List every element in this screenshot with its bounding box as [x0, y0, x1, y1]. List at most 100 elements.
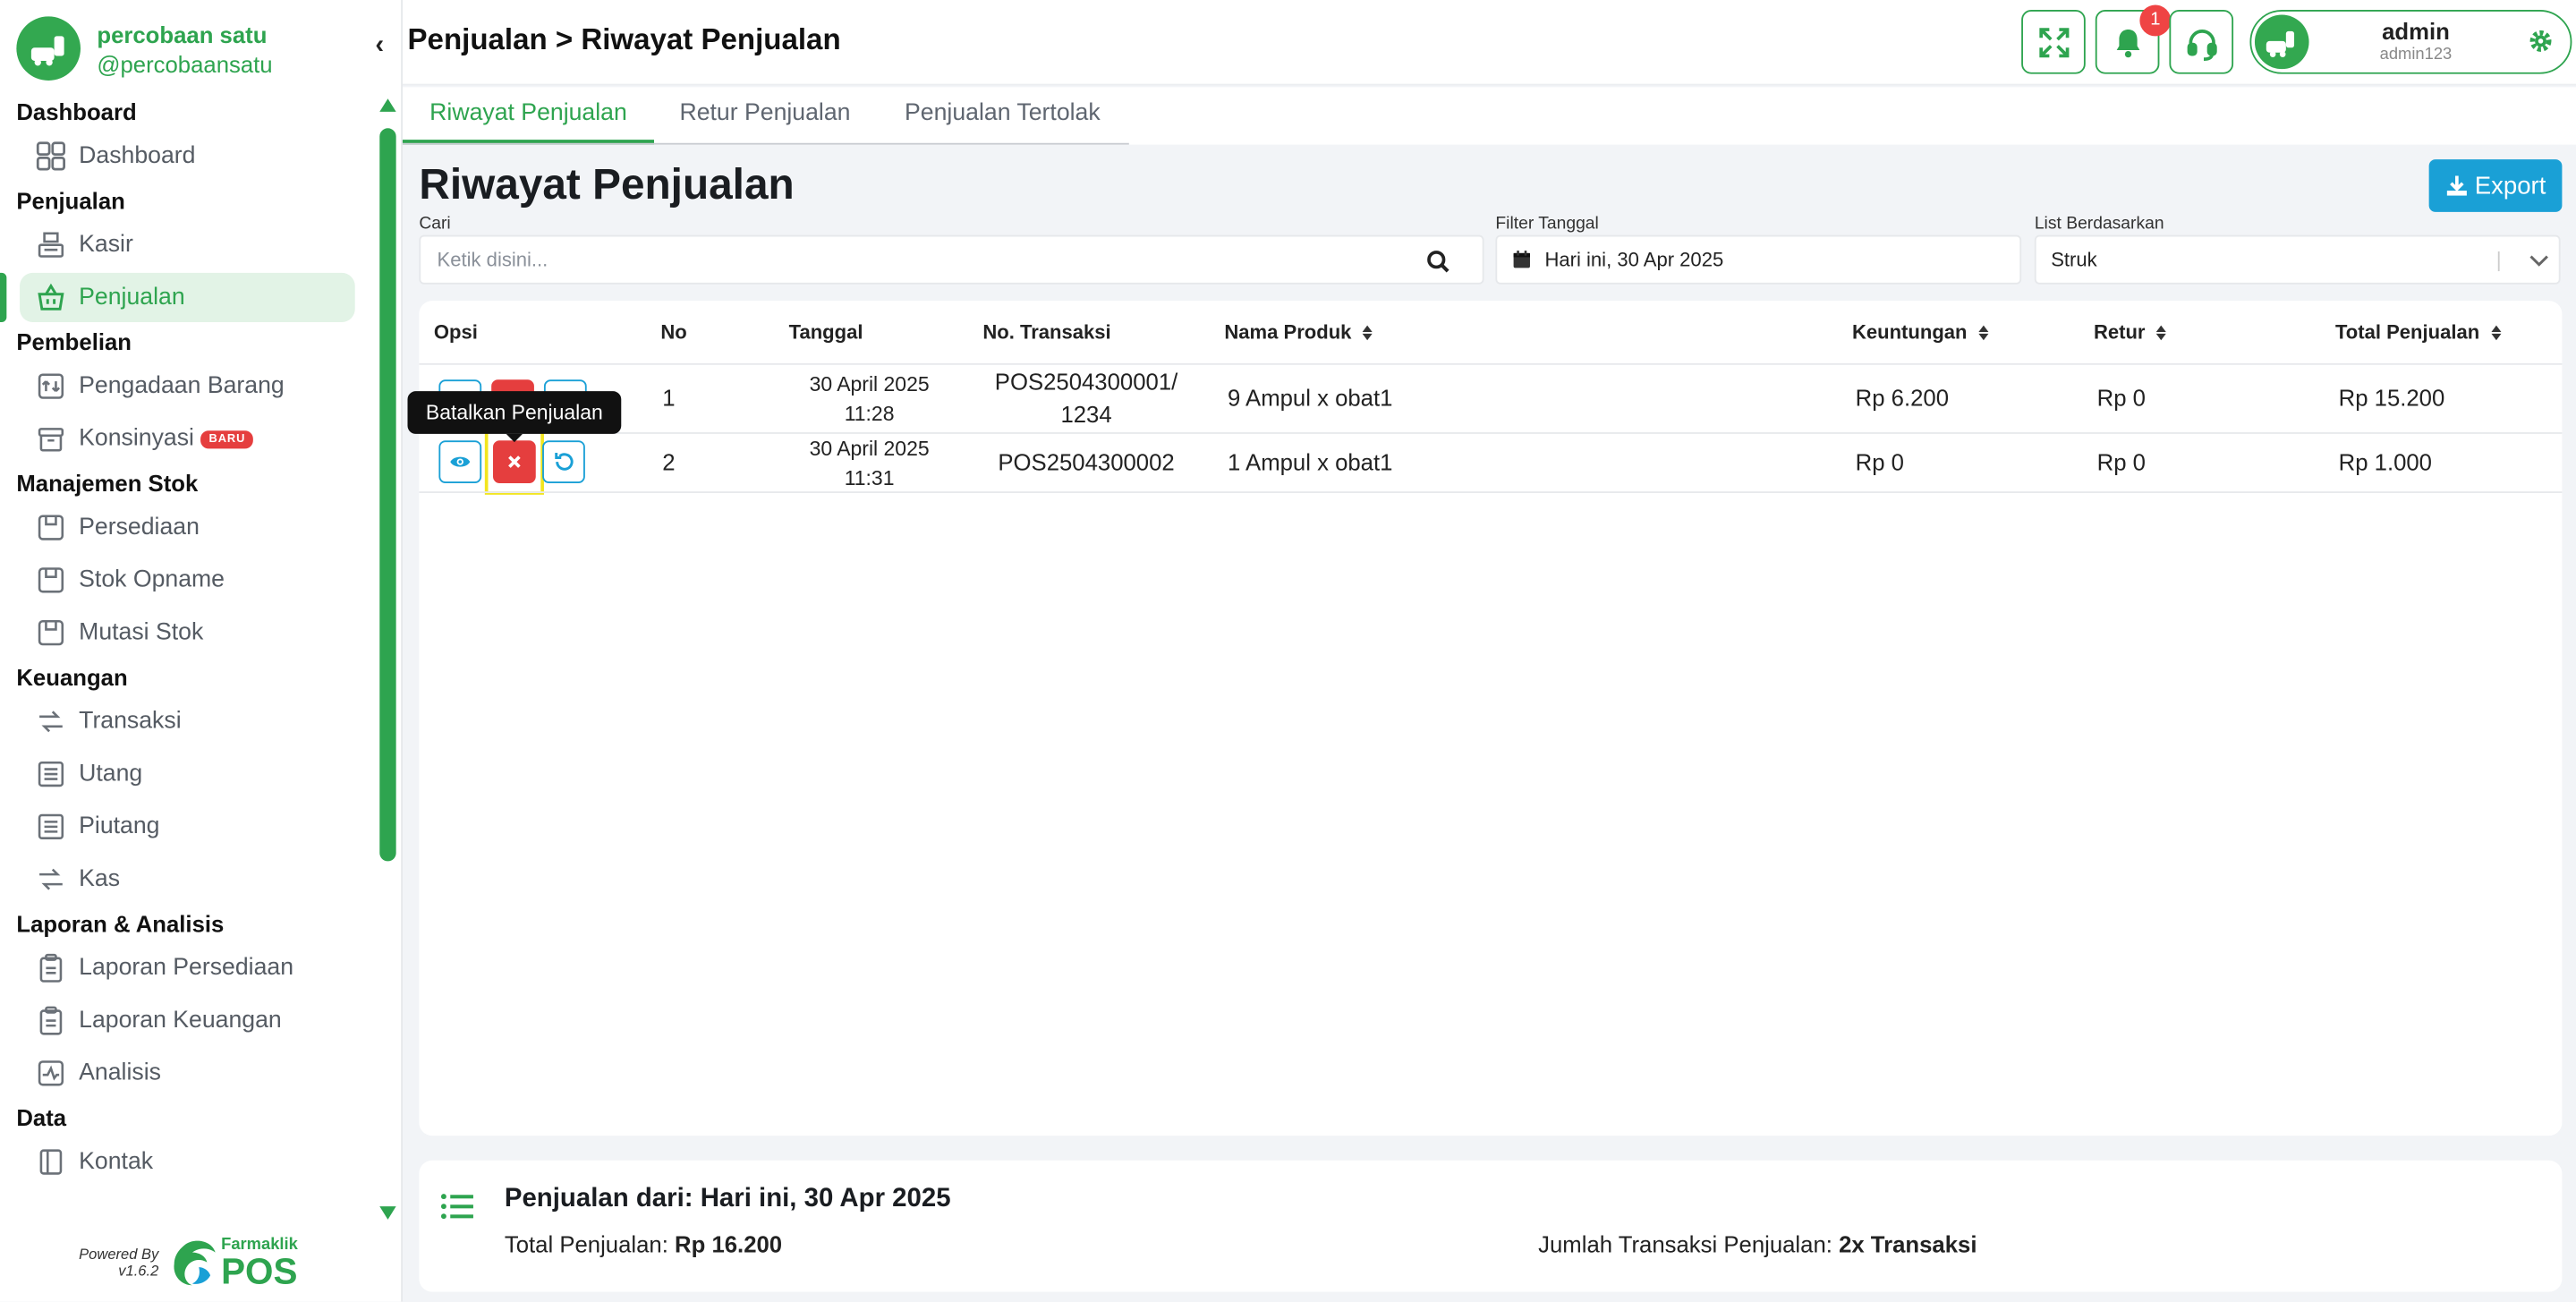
user-avatar [2254, 14, 2309, 70]
sidebar-item-label: Stok Opname [79, 566, 225, 594]
scroll-up-arrow-icon[interactable] [379, 98, 396, 112]
date-filter-input[interactable]: Hari ini, 30 Apr 2025 [1495, 234, 2022, 285]
sidebar-item-laporan-persediaan[interactable]: Laporan Persediaan [20, 943, 355, 992]
export-button[interactable]: Export [2428, 159, 2563, 212]
sidebar-item-dashboard[interactable]: Dashboard [20, 132, 355, 181]
col-header-retur[interactable]: Retur [2094, 320, 2167, 344]
cell-time: 11:28 [844, 402, 895, 426]
brand[interactable]: percobaan satu @percobaansatu [16, 16, 273, 81]
cell-no-transaksi[interactable]: POS2504300002 [978, 446, 1194, 479]
tab-riwayat-penjualan[interactable]: Riwayat Penjualan [402, 87, 655, 145]
transaction-count-value: 2x Transaksi [1839, 1230, 1977, 1258]
search-input[interactable]: Ketik disini... [419, 234, 1484, 285]
col-header-opsi: Opsi [433, 320, 478, 344]
cell-tanggal: 30 April 2025 11:31 [787, 434, 952, 493]
sidebar-item-kasir[interactable]: Kasir [20, 220, 355, 269]
headset-icon [2186, 29, 2216, 61]
sidebar-item-stok-opname[interactable]: Stok Opname [20, 556, 355, 605]
row-divider [419, 432, 2563, 434]
close-icon [508, 455, 521, 468]
transaction-count: Jumlah Transaksi Penjualan: 2x Transaksi [1538, 1231, 1977, 1257]
grid-icon [36, 141, 66, 171]
user-name: admin [2382, 18, 2450, 45]
section-title-keuangan: Keuangan [16, 664, 128, 691]
cancel-sale-button[interactable] [493, 440, 536, 483]
sidebar-scrollbar[interactable] [378, 98, 397, 1224]
sidebar-item-piutang[interactable]: Piutang [20, 802, 355, 851]
sort-icon [2156, 324, 2167, 340]
collapse-sidebar-chevron-left-icon[interactable]: ‹ [368, 30, 391, 63]
col-header-label: Keuntungan [1851, 320, 1968, 344]
calendar-icon [1513, 251, 1530, 268]
notification-button[interactable]: 1 [2095, 4, 2172, 74]
fullscreen-button[interactable] [2021, 10, 2086, 74]
col-header-no-transaksi: No. Transaksi [982, 320, 1111, 344]
powered-by-label: Powered By [79, 1246, 159, 1263]
undo-icon [555, 453, 574, 471]
search-icon[interactable] [1426, 250, 1450, 273]
cell-retur: Rp 0 [2096, 384, 2146, 412]
basket-icon [36, 283, 65, 312]
list-by-label: List Berdasarkan [2034, 213, 2164, 234]
col-header-label: Nama Produk [1224, 320, 1352, 344]
new-badge: BARU [200, 430, 254, 448]
sort-icon [2491, 324, 2502, 340]
tab-penjualan-tertolak[interactable]: Penjualan Tertolak [876, 87, 1129, 144]
stock-icon [36, 566, 65, 595]
sidebar-item-label: Mutasi Stok [79, 619, 204, 646]
sidebar-item-label: Utang [79, 761, 143, 787]
support-button[interactable] [2169, 10, 2234, 74]
col-header-keuntungan[interactable]: Keuntungan [1851, 320, 1989, 344]
col-header-label: Total Penjualan [2334, 320, 2480, 344]
sidebar-item-kas[interactable]: Kas [20, 855, 355, 904]
cell-trx-line1: POS2504300002 [998, 448, 1175, 475]
sidebar-item-transaksi[interactable]: Transaksi [20, 697, 355, 746]
cell-trx-line1: POS2504300001/ [994, 368, 1178, 395]
view-detail-button[interactable] [438, 440, 482, 483]
sidebar-item-mutasi-stok[interactable]: Mutasi Stok [20, 608, 355, 658]
scroll-down-arrow-icon[interactable] [379, 1206, 396, 1220]
scroll-thumb[interactable] [379, 128, 396, 862]
sidebar-item-kontak[interactable]: Kontak [20, 1137, 355, 1187]
sidebar-item-utang[interactable]: Utang [20, 750, 355, 799]
transaction-count-label: Jumlah Transaksi Penjualan: [1538, 1230, 1832, 1258]
tab-retur-penjualan[interactable]: Retur Penjualan [654, 87, 876, 144]
sidebar-item-label: Analisis [79, 1059, 161, 1087]
total-sales-value: Rp 16.200 [675, 1230, 783, 1258]
exchange-icon [36, 707, 65, 736]
page-title: Penjualan > Riwayat Penjualan [407, 22, 841, 56]
section-title-dashboard: Dashboard [16, 98, 137, 125]
cell-keuntungan: Rp 6.200 [1855, 384, 1950, 412]
brand-handle: @percobaansatu [97, 50, 273, 77]
tooltip-text: Batalkan Penjualan [425, 401, 603, 424]
gear-icon[interactable] [2528, 28, 2554, 63]
pulse-icon [36, 1059, 65, 1088]
col-header-total-penjualan[interactable]: Total Penjualan [2334, 320, 2502, 344]
sidebar-item-konsinyasi[interactable]: Konsinyasi BARU [20, 414, 355, 464]
user-id: admin123 [2379, 46, 2453, 64]
col-header-nama-produk[interactable]: Nama Produk [1224, 320, 1373, 344]
export-label: Export [2474, 171, 2546, 200]
cell-no-transaksi[interactable]: POS2504300001/ 1234 [978, 365, 1194, 430]
sidebar-item-penjualan[interactable]: Penjualan [0, 272, 355, 322]
sidebar-item-laporan-keuangan[interactable]: Laporan Keuangan [20, 996, 355, 1045]
active-indicator [0, 272, 7, 322]
top-header: Penjualan > Riwayat Penjualan 1 admin ad… [402, 0, 2576, 86]
sidebar-item-analisis[interactable]: Analisis [20, 1049, 355, 1098]
list-by-select[interactable]: Struk [2034, 234, 2561, 285]
farmaklik-logo: Farmaklik POS [172, 1236, 298, 1289]
stock-icon [36, 513, 65, 542]
cell-time: 11:31 [844, 466, 895, 490]
sidebar-menu: Dashboard Dashboard Penjualan Kasir Penj… [0, 92, 371, 1226]
cell-tanggal: 30 April 2025 11:28 [787, 370, 952, 429]
box-icon [36, 424, 65, 454]
tabs-divider [402, 142, 1129, 145]
sidebar-item-persediaan[interactable]: Persediaan [20, 503, 355, 552]
summary-title: Penjualan dari: Hari ini, 30 Apr 2025 [504, 1185, 951, 1213]
register-icon [36, 230, 65, 260]
return-sale-button[interactable] [542, 440, 585, 483]
sales-summary: Penjualan dari: Hari ini, 30 Apr 2025 To… [419, 1160, 2563, 1292]
sidebar-item-pengadaan-barang[interactable]: Pengadaan Barang [20, 362, 355, 411]
user-menu[interactable]: admin admin123 [2249, 10, 2572, 74]
date-filter-label: Filter Tanggal [1495, 213, 1599, 234]
